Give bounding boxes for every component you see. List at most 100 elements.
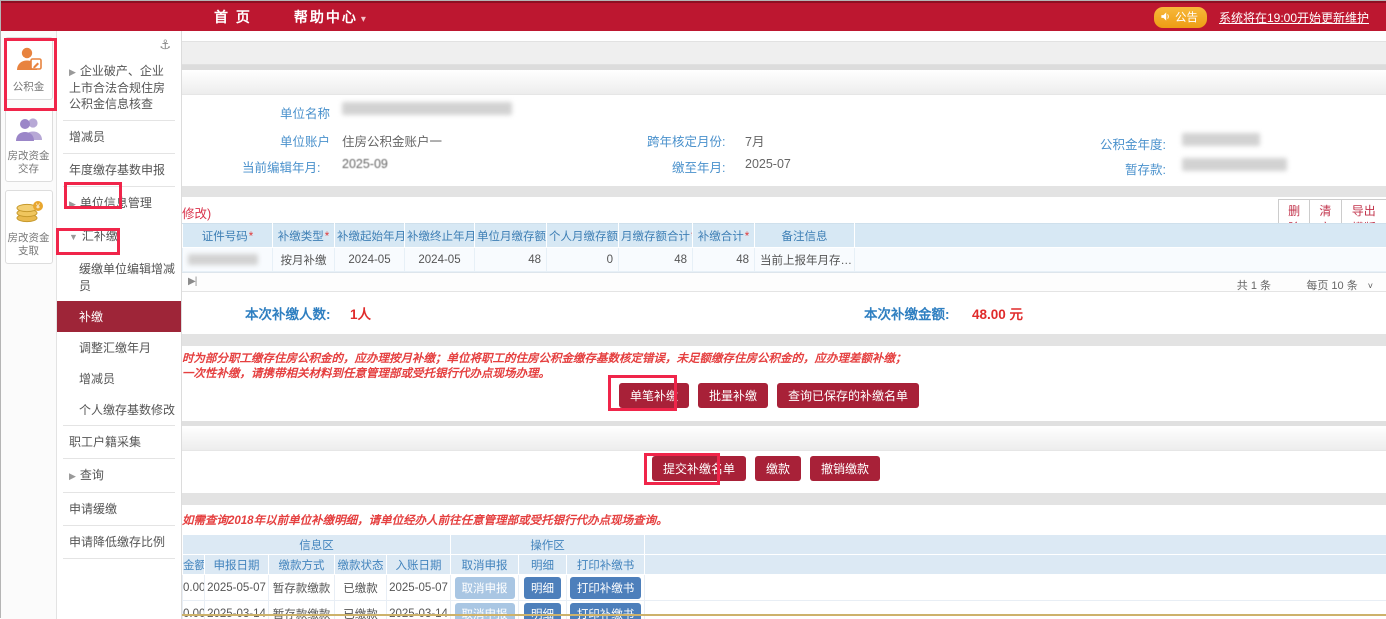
cell-pay-method: 暂存款缴款 (269, 575, 335, 601)
svg-text:¥: ¥ (36, 204, 40, 211)
cell-unit-amt: 48 (475, 248, 547, 272)
nav-home[interactable]: 首 页 (214, 7, 252, 27)
unit-name-label: 单位名称 (280, 103, 330, 122)
cell-entry-date: 2025-05-07 (387, 575, 451, 601)
cell-filler (645, 575, 1386, 601)
sidebar-item-unit-info[interactable]: ▶单位信息管理 (57, 187, 181, 220)
paid-to-value: 2025-07 (745, 157, 791, 171)
submit-supplement-list-button[interactable]: 提交补缴名单 (652, 456, 746, 481)
cancel-declare-button[interactable]: 取消申报 (455, 603, 515, 619)
cross-year-value: 7月 (745, 131, 764, 150)
cell-pay-status: 已缴款 (335, 575, 387, 601)
print-supplement-button[interactable]: 打印补缴书 (570, 577, 642, 599)
cell-month-total: 48 (619, 248, 693, 272)
main-content: 单位名称 单位账户 住房公积金账户一 当前编辑年月: 2025-09 跨年核定月… (182, 31, 1386, 619)
pay-button[interactable]: 缴款 (755, 456, 801, 481)
submit-panel-header (182, 426, 1386, 451)
cancel-declare-button[interactable]: 取消申报 (455, 577, 515, 599)
cell-id-redacted (183, 248, 273, 272)
col-filler (855, 224, 1386, 248)
batch-supplement-button[interactable]: 批量补缴 (698, 383, 768, 408)
supplement-notice-line1: 时为部分职工缴存住房公积金的，应办理按月补缴；单位将职工的住房公积金缴存基数核定… (182, 350, 907, 366)
maintenance-notice-link[interactable]: 系统将在19:00开始更新维护 (1219, 9, 1369, 26)
sidebar-item-zengjianyuan[interactable]: 增减员 (57, 121, 181, 153)
sidebar-item-apply-huanjiao[interactable]: 申请缓缴 (57, 493, 181, 525)
collapse-anchor-icon[interactable]: ⚓ (57, 31, 181, 55)
total-count-text: 共 1 条 (1237, 277, 1271, 293)
cell-pay-method: 暂存款缴款 (269, 601, 335, 619)
sidebar-item-personal-base-edit[interactable]: 个人缴存基数修改 (57, 394, 181, 425)
cell-print: 打印补缴书 (567, 575, 645, 601)
sidebar-menu: ⚓ ▶企业破产、企业上市合法合规住房公积金信息核查 增减员 年度缴存基数申报 ▶… (57, 31, 182, 619)
rail-item-fanggai-jiaocun[interactable]: 房改资金交存 (5, 108, 53, 182)
chevron-right-icon: ▶ (69, 471, 76, 481)
cell-amount: 0.00 (183, 575, 205, 601)
col-pay-method: 缴款方式 (269, 555, 335, 575)
table-row[interactable]: 按月补缴 2024-05 2024-05 48 0 48 48 当前上报年月存… (183, 248, 1386, 272)
cell-total: 48 (693, 248, 755, 272)
unit-account-label: 单位账户 (280, 131, 330, 150)
deposit-label: 暂存款: (1125, 159, 1166, 178)
cell-amount: 0.00 (183, 601, 205, 619)
bottom-edge-line (182, 614, 1386, 616)
person-edit-icon (14, 45, 44, 73)
print-supplement-button[interactable]: 打印补缴书 (570, 603, 642, 619)
supplement-action-buttons: 单笔补缴 批量补缴 查询已保存的补缴名单 (619, 383, 919, 408)
col-personal-monthly: 个人月缴存额* (547, 224, 619, 248)
col-type: 补缴类型* (273, 224, 335, 248)
cell-print: 打印补缴书 (567, 601, 645, 619)
cell-cancel: 取消申报 (451, 575, 519, 601)
sidebar-item-adjust-month[interactable]: 调整汇缴年月 (57, 332, 181, 363)
col-detail: 明细 (519, 555, 567, 575)
cell-personal-amt: 0 (547, 248, 619, 272)
col-print: 打印补缴书 (567, 555, 645, 575)
chevron-down-icon: ▼ (69, 232, 78, 242)
sidebar-item-huanjiao-edit[interactable]: 缓缴单位编辑增减员 (57, 253, 181, 301)
query-saved-list-button[interactable]: 查询已保存的补缴名单 (777, 383, 919, 408)
sidebar-item-zengjianyuan-sub[interactable]: 增减员 (57, 363, 181, 394)
cell-detail: 明细 (519, 575, 567, 601)
last-page-icon[interactable]: ▶| (188, 276, 196, 287)
chevron-down-icon: ˅ (1368, 281, 1373, 291)
detail-button[interactable]: 明细 (524, 603, 561, 619)
edit-hint-partial-text: 修改) (182, 203, 211, 222)
chevron-right-icon: ▶ (69, 67, 76, 77)
col-unit-monthly: 单位月缴存额* (475, 224, 547, 248)
cell-type: 按月补缴 (273, 248, 335, 272)
fund-year-value-redacted (1182, 132, 1260, 146)
nav-help-center[interactable]: 帮助中心▾ (294, 7, 368, 27)
cell-pay-status: 已缴款 (335, 601, 387, 619)
batch-supplement-table: 证件号码* 补缴类型* 补缴起始年月* 补缴终止年月* 单位月缴存额* 个人月缴… (182, 223, 1386, 272)
edit-month-value: 2025-09 (342, 157, 388, 171)
supplement-amount-label: 本次补缴金额: (864, 303, 950, 323)
sidebar-item-hukou-collect[interactable]: 职工户籍采集 (57, 426, 181, 458)
divider-strip (182, 334, 1386, 346)
unit-account-value: 住房公积金账户一 (342, 131, 442, 150)
group-header-filler (645, 535, 1386, 555)
cell-declare-date: 2025-03-14 (205, 601, 269, 619)
col-start-month: 补缴起始年月* (335, 224, 405, 248)
col-supplement-total: 补缴合计* (693, 224, 755, 248)
sidebar-item-huibujiao[interactable]: ▼汇补缴 (57, 220, 181, 253)
cell-entry-date: 2025-03-14 (387, 601, 451, 619)
coins-icon: ¥ (14, 198, 44, 224)
per-page-select[interactable]: 每页 10 条˅ (1306, 277, 1373, 293)
sidebar-item-annual-base[interactable]: 年度缴存基数申报 (57, 154, 181, 186)
rail-item-gongjijin[interactable]: 公积金 (5, 37, 53, 100)
rail-item-fanggai-zhiqu[interactable]: ¥ 房改资金支取 (5, 190, 53, 264)
sidebar-item-query[interactable]: ▶查询 (57, 459, 181, 492)
chevron-down-icon: ▾ (361, 14, 368, 25)
paid-to-label: 缴至年月: (672, 157, 725, 176)
top-spacer-band (182, 41, 1386, 65)
cancel-pay-button[interactable]: 撤销缴款 (810, 456, 880, 481)
cell-filler (855, 248, 1386, 272)
detail-button[interactable]: 明细 (524, 577, 561, 599)
sidebar-item-bujiao-selected[interactable]: 补缴 (57, 301, 181, 332)
col-cancel-declare: 取消申报 (451, 555, 519, 575)
sidebar-item-apply-lower-ratio[interactable]: 申请降低缴存比例 (57, 526, 181, 558)
col-remark: 备注信息 (755, 224, 855, 248)
cell-cancel: 取消申报 (451, 601, 519, 619)
single-supplement-button[interactable]: 单笔补缴 (619, 383, 689, 408)
people-icon (14, 116, 44, 142)
sidebar-item-enterprise-check[interactable]: ▶企业破产、企业上市合法合规住房公积金信息核查 (57, 55, 181, 120)
